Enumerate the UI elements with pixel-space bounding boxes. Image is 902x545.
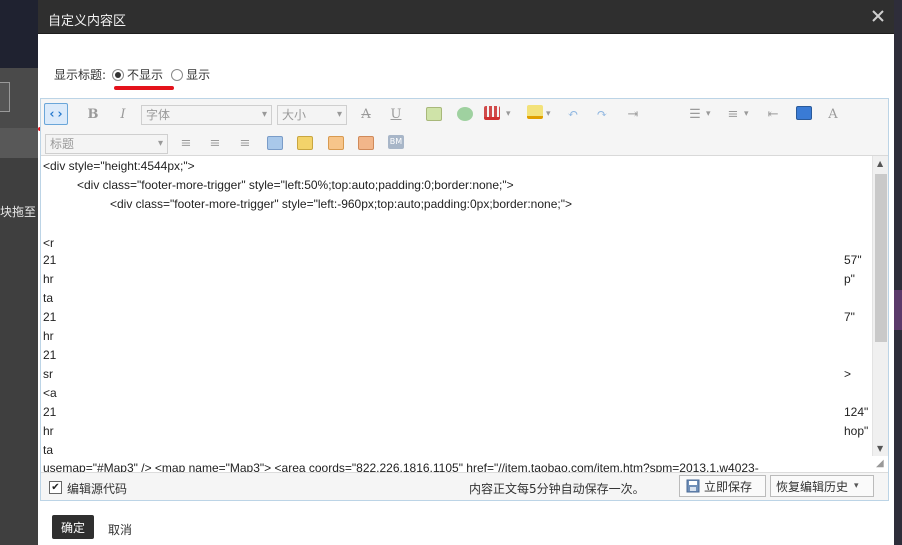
bm-icon[interactable]: BM xyxy=(388,135,404,149)
background-button xyxy=(0,82,10,112)
module-icon[interactable] xyxy=(358,136,374,150)
align-right-icon[interactable]: ≡ xyxy=(233,132,257,154)
code-line: <r xyxy=(43,236,55,250)
align-left-icon[interactable]: ≡ xyxy=(174,132,198,154)
align-center-icon[interactable]: ≡ xyxy=(203,132,227,154)
edit-source-label: 编辑源代码 xyxy=(67,482,128,496)
dialog-title: 自定义内容区 xyxy=(48,14,127,29)
code-line: <a xyxy=(43,386,57,400)
resize-grip-icon[interactable]: ◢ xyxy=(876,458,888,470)
code-line: ta xyxy=(43,443,54,457)
table-dropdown-icon[interactable]: ▾ xyxy=(506,109,511,119)
font-family-select[interactable]: 字体 xyxy=(141,105,272,125)
code-fragment: 57" xyxy=(844,253,862,267)
code-line: 21 xyxy=(43,253,57,267)
horizontal-rule-icon[interactable]: ⇤ xyxy=(761,103,785,125)
cancel-button[interactable]: 取消 xyxy=(108,521,132,538)
editor-footer: ✔ 编辑源代码 内容正文每5分钟自动保存一次。 立即保存 恢复编辑历史 ▾ xyxy=(41,472,888,500)
indent-icon[interactable]: ⇥ xyxy=(621,103,645,125)
autosave-notice: 内容正文每5分钟自动保存一次。 xyxy=(469,482,645,496)
chevron-down-icon: ▾ xyxy=(854,481,859,491)
glasses-icon[interactable] xyxy=(297,136,313,150)
dialog-header: 自定义内容区 xyxy=(38,0,894,34)
frame-icon[interactable] xyxy=(328,136,344,150)
radio-show-title[interactable]: 显示 xyxy=(171,66,210,83)
code-fragment: > xyxy=(844,367,852,381)
code-line: hr xyxy=(43,272,54,286)
italic-icon[interactable]: I xyxy=(111,103,135,125)
code-line: 21 xyxy=(43,405,57,419)
code-line: hr xyxy=(43,329,54,343)
save-now-button[interactable]: 立即保存 xyxy=(679,475,766,497)
rich-text-editor: ‹› B I 字体 大小 A U ▾ ▾ ↶ ↷ ⇥ ☰ ▾ ≡ ▾ ⇤ A 标… xyxy=(40,98,889,501)
code-line: 21 xyxy=(43,348,57,362)
ordered-list-icon[interactable]: ≡ xyxy=(721,103,745,125)
clear-format-icon[interactable]: A xyxy=(821,103,845,125)
strikethrough-icon[interactable]: A xyxy=(354,103,378,125)
font-size-select[interactable]: 大小 xyxy=(277,105,347,125)
save-now-label: 立即保存 xyxy=(704,479,753,494)
restore-history-button[interactable]: 恢复编辑历史 ▾ xyxy=(770,475,874,497)
undo-icon[interactable]: ↶ xyxy=(561,103,585,125)
unordered-list-icon[interactable]: ☰ xyxy=(683,103,707,125)
title-display-setting: 显示标题: 不显示 显示 xyxy=(54,66,218,83)
code-line: sr xyxy=(43,367,53,381)
radio-show-title-control[interactable] xyxy=(171,68,184,81)
image-icon[interactable] xyxy=(426,107,442,121)
code-fragment: 124" xyxy=(844,405,869,419)
background-divider xyxy=(0,128,38,158)
code-line: hr xyxy=(43,424,54,438)
unordered-list-dropdown-icon[interactable]: ▾ xyxy=(706,109,711,119)
code-fragment: hop" xyxy=(844,424,869,438)
layout-icon[interactable] xyxy=(267,136,283,150)
preview-icon[interactable] xyxy=(796,106,812,120)
confirm-button[interactable]: 确定 xyxy=(52,515,94,539)
code-line: <div class="footer-more-trigger" style="… xyxy=(110,197,572,211)
radio-hide-title-label: 不显示 xyxy=(127,68,164,82)
radio-show-title-label: 显示 xyxy=(186,68,211,82)
redo-icon[interactable]: ↷ xyxy=(590,103,614,125)
code-fragment: p" xyxy=(844,272,855,286)
background-text: 块拖至 xyxy=(0,205,37,219)
table-icon[interactable] xyxy=(484,106,500,120)
code-line: <div style="height:4544px;"> xyxy=(43,159,195,173)
scroll-up-icon[interactable]: ▲ xyxy=(877,159,883,168)
radio-hide-title-control[interactable] xyxy=(112,68,125,81)
code-line: <div class="footer-more-trigger" style="… xyxy=(77,178,514,192)
ordered-list-dropdown-icon[interactable]: ▾ xyxy=(744,109,749,119)
code-line: ta xyxy=(43,291,54,305)
background-right-strip xyxy=(893,0,902,545)
fill-color-icon[interactable] xyxy=(527,105,543,119)
close-icon[interactable] xyxy=(870,8,886,24)
code-line: usemap="#Map3" /> <map name="Map3"> <are… xyxy=(43,461,759,472)
fill-color-dropdown-icon[interactable]: ▾ xyxy=(546,109,551,119)
source-code-textarea[interactable]: <div style="height:4544px;"> <div class=… xyxy=(41,156,872,472)
heading-select[interactable]: 标题 xyxy=(45,134,168,154)
underline-icon[interactable]: U xyxy=(384,103,408,125)
editor-toolbar: ‹› B I 字体 大小 A U ▾ ▾ ↶ ↷ ⇥ ☰ ▾ ≡ ▾ ⇤ A 标… xyxy=(41,99,888,156)
bold-icon[interactable]: B xyxy=(81,103,105,125)
annotation-underline-title xyxy=(114,86,174,90)
background-panel-top xyxy=(0,0,38,68)
scrollbar-thumb[interactable] xyxy=(875,174,887,342)
emoticon-icon[interactable] xyxy=(457,107,473,121)
source-code-icon[interactable]: ‹› xyxy=(44,103,68,125)
radio-hide-title[interactable]: 不显示 xyxy=(112,66,163,83)
scroll-down-icon[interactable]: ▼ xyxy=(877,444,883,453)
restore-history-label: 恢复编辑历史 xyxy=(776,479,849,494)
custom-content-dialog: 自定义内容区 显示标题: 不显示 显示 ‹› B I 字体 大小 A U xyxy=(38,0,894,545)
save-icon xyxy=(686,479,700,493)
edit-source-checkbox[interactable]: ✔ xyxy=(49,481,62,494)
vertical-scrollbar[interactable]: ▲ ▼ xyxy=(872,156,888,456)
code-line: 21 xyxy=(43,310,57,324)
title-display-label: 显示标题: xyxy=(54,68,107,82)
code-fragment: 7" xyxy=(844,310,855,324)
background-right-accent xyxy=(893,290,902,330)
